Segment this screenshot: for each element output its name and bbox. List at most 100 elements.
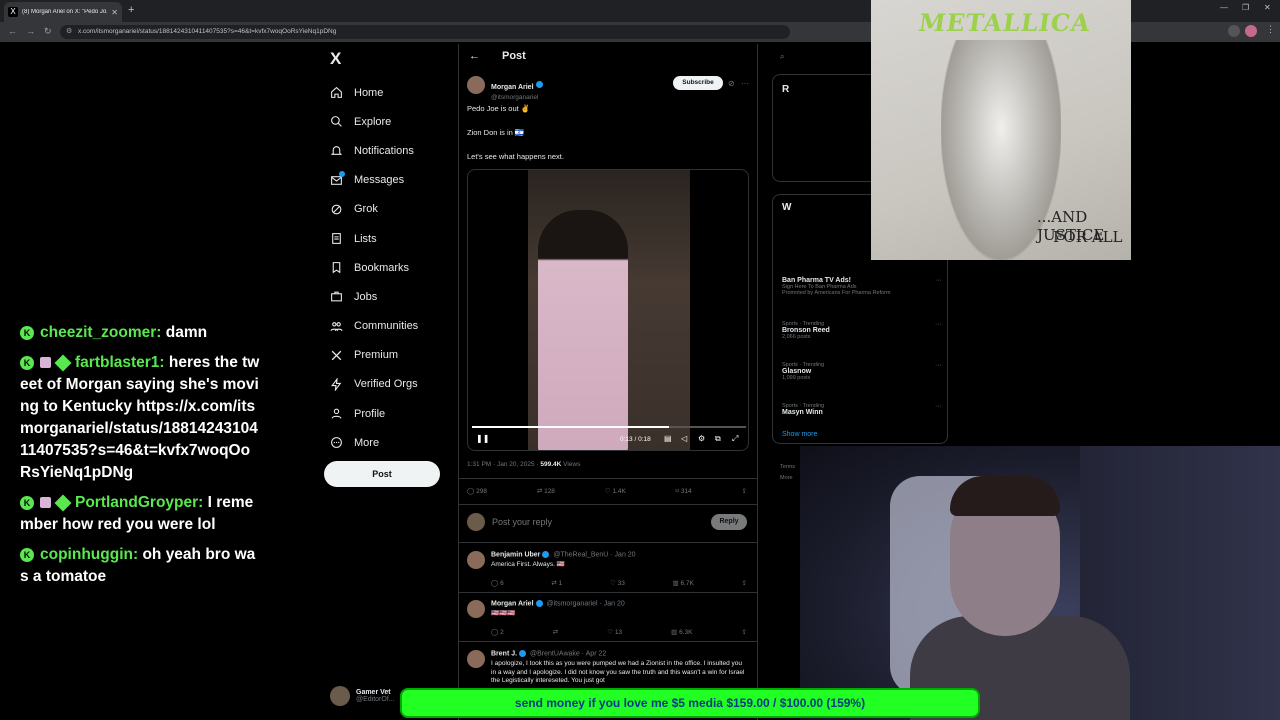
pip-icon[interactable]: ⧉ [715,434,721,444]
back-arrow-icon[interactable]: ← [469,50,480,62]
grok-icon[interactable]: ⊘ [728,79,735,88]
band-logo: METALLICA [916,8,1093,37]
sidebar-item-verified-orgs[interactable]: Verified Orgs [330,370,450,399]
x-logo-icon[interactable]: X [330,49,341,69]
sidebar-item-communities[interactable]: Communities [330,312,450,341]
back-icon[interactable]: ← [8,26,17,36]
sidebar-item-label: Bookmarks [354,261,410,274]
share-icon[interactable]: ⇪ [742,579,747,587]
maximize-icon[interactable]: ❐ [1242,3,1249,12]
close-tab-icon[interactable]: ✕ [111,8,118,17]
video-player[interactable]: ❚❚ 0:13 / 0:18 ▤ ◁ ⚙ ⧉ ⤢ [467,169,749,451]
extension-icon[interactable] [1228,25,1240,37]
sidebar-item-label: Jobs [354,290,378,303]
sidebar-item-profile[interactable]: Profile [330,399,450,428]
sidebar-item-premium[interactable]: Premium [330,341,450,370]
repost-action[interactable]: ⇄ 128 [537,487,555,495]
trend-item[interactable]: Sports · Trending Masyn Winn ··· [782,403,942,416]
divider [459,592,757,593]
chat-username[interactable]: copinhuggin: [40,546,138,563]
person-icon [330,407,343,420]
sidebar-item-bookmarks[interactable]: Bookmarks [330,253,450,282]
sidebar-item-messages[interactable]: Messages [330,166,450,195]
sidebar-item-more[interactable]: More [330,428,450,457]
chat-username[interactable]: cheezit_zoomer: [40,324,161,341]
post-meta: 1:31 PM · Jan 20, 2025 · 599.4K Views [467,461,580,468]
like-action[interactable]: ♡ 1.4K [605,487,626,495]
share-icon[interactable]: ⇪ [742,487,747,495]
subscribe-button[interactable]: Subscribe [673,76,723,90]
reload-icon[interactable]: ↻ [44,26,52,37]
post-text-line: Let's see what happens next. [467,152,564,161]
views-action[interactable]: ▥ 6.3K [671,628,692,636]
list-icon [330,232,343,245]
url-input[interactable]: ⚙ x.com/itsmorganariel/status/1881424310… [60,25,790,39]
sidebar-item-notifications[interactable]: Notifications [330,136,450,165]
like-action[interactable]: ♡ 33 [610,579,625,587]
show-more-link[interactable]: Show more [782,431,817,438]
post-text-line: Pedo Joe is out ✌️ [467,104,531,113]
reply-count: 298 [476,488,487,495]
post-author[interactable]: Morgan Ariel @itsmorganariel [491,76,545,101]
verified-badge-icon [535,600,543,607]
more-icon[interactable]: ··· [935,362,942,369]
avatar[interactable] [467,76,485,94]
reply-action[interactable]: ◯ 6 [491,579,504,587]
trend-item[interactable]: Sports · Trending Bronson Reed 2,066 pos… [782,321,942,340]
share-icon[interactable]: ⇪ [742,628,747,636]
pause-icon[interactable]: ❚❚ [476,434,489,443]
view-count: 6.3K [679,629,693,636]
browser-menu-icon[interactable]: ⋮ [1266,24,1275,35]
site-info-icon[interactable]: ⚙ [66,25,72,39]
sidebar-item-explore[interactable]: Explore [330,107,450,136]
more-icon[interactable]: ··· [741,79,749,88]
settings-icon[interactable]: ⚙ [698,434,705,443]
sidebar-item-label: Grok [354,203,378,216]
views-action[interactable]: ▥ 6.7K [673,579,694,587]
sidebar-item-home[interactable]: Home [330,78,450,107]
reply-button[interactable]: Reply [711,514,747,530]
sidebar-item-grok[interactable]: Grok [330,195,450,224]
divider [459,542,757,543]
close-window-icon[interactable]: ✕ [1264,3,1271,12]
chat-username[interactable]: PortlandGroyper: [75,494,203,511]
bookmark-action[interactable]: ⌑ 314 [676,487,692,495]
profile-avatar-icon[interactable] [1245,25,1257,37]
trend-promo: Promoted by Americans For Pharma Reform [782,290,891,296]
search-icon[interactable]: ⌕ [780,52,784,62]
trend-item[interactable]: Sports · Trending Glasnow 1,099 posts ··… [782,362,942,381]
search-icon [330,115,343,128]
fullscreen-icon[interactable]: ⤢ [732,434,738,444]
forward-icon[interactable]: → [26,26,35,36]
browser-tab[interactable]: X (8) Morgan Ariel on X: "Pedo Jo... ✕ [4,2,122,22]
sidebar-item-label: Messages [354,174,405,187]
more-icon[interactable]: ··· [935,277,942,284]
tab-title: (8) Morgan Ariel on X: "Pedo Jo... [22,9,108,15]
volume-icon[interactable]: ◁ [681,434,687,443]
reply-action[interactable]: ◯ 2 [491,628,504,636]
reply-action[interactable]: ◯ 298 [467,487,487,495]
repost-action[interactable]: ⇄ 1 [551,579,562,587]
captions-icon[interactable]: ▤ [664,434,672,443]
primary-nav: Home Explore Notifications Messages Grok List… [330,78,450,457]
post-actions: ◯ 298 ⇄ 128 ♡ 1.4K ⌑ 314 ⇪ [467,487,747,495]
footer-link[interactable]: More [780,475,793,481]
post-button[interactable]: Post [324,461,440,487]
reply-input[interactable]: Post your reply [492,517,552,527]
promoted-trend[interactable]: Ban Pharma TV Ads! Sign Here To Ban Phar… [782,277,942,296]
sidebar-item-lists[interactable]: Lists [330,224,450,253]
more-icon[interactable]: ··· [935,321,942,328]
reply-author: Benjamin Uber [491,551,541,559]
video-progress[interactable] [472,426,746,428]
new-tab-icon[interactable]: + [128,4,134,16]
like-action[interactable]: ♡ 13 [607,628,622,636]
more-icon[interactable]: ··· [935,403,942,410]
sidebar-item-jobs[interactable]: Jobs [330,282,450,311]
repost-count: 128 [544,488,555,495]
chat-username[interactable]: fartblaster1: [75,354,165,371]
account-switcher[interactable]: Gamer Vet @EditorOf... [330,686,395,706]
footer-link[interactable]: Terms [780,464,795,470]
minimize-icon[interactable]: — [1220,3,1228,12]
video-frame [528,170,690,450]
repost-action[interactable]: ⇄ [553,628,558,636]
